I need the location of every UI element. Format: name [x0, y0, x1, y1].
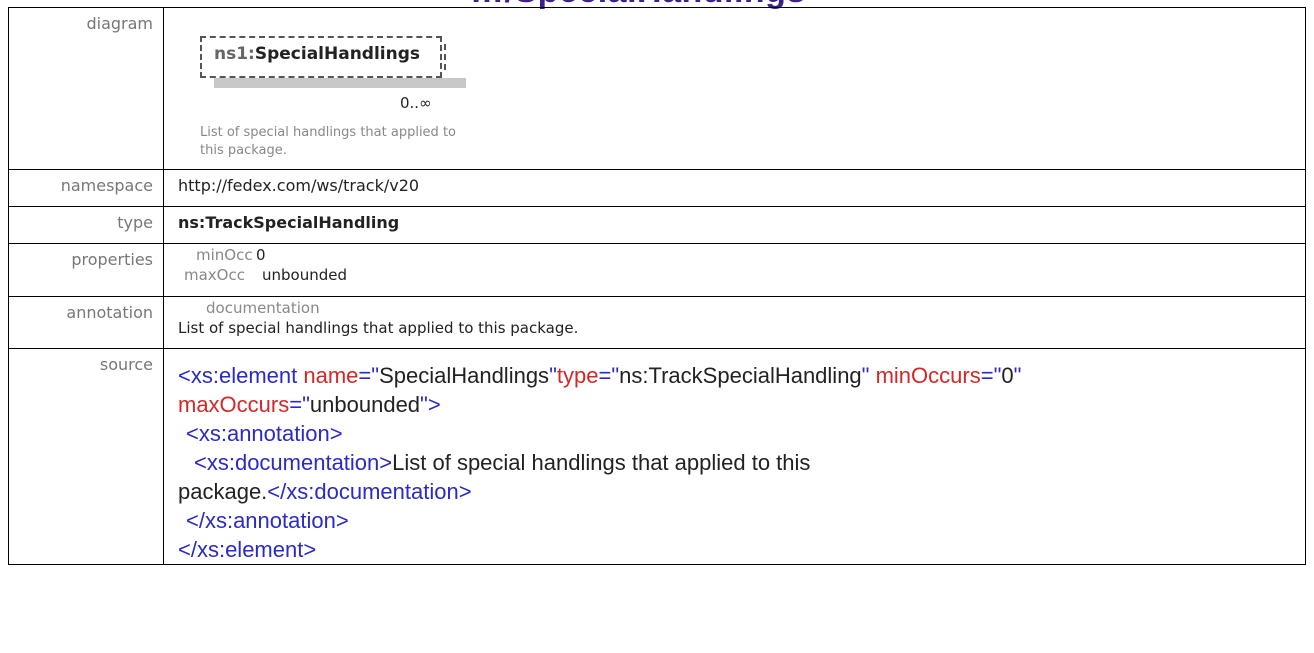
element-box-shadow: [214, 78, 466, 88]
source-line-3: <xs:annotation>: [186, 421, 343, 446]
namespace-label: namespace: [8, 169, 164, 207]
diagram-row: diagram ns1:SpecialHandlings 0..∞ List o…: [8, 7, 1306, 170]
source-line-6: </xs:annotation>: [186, 508, 349, 533]
type-label: type: [8, 206, 164, 244]
source-row: source <xs:element name="SpecialHandling…: [8, 348, 1306, 565]
min-occurs-label: minOcc: [196, 246, 253, 264]
occurrence-label: 0..∞: [400, 94, 432, 112]
properties-row: properties minOcc 0 maxOcc unbounded: [8, 243, 1306, 297]
annotation-cell: documentation List of special handlings …: [163, 296, 1306, 349]
diagram-label: diagram: [8, 7, 164, 170]
type-row: type ns:TrackSpecialHandling: [8, 206, 1306, 244]
element-description: List of special handlings that applied t…: [200, 125, 456, 158]
min-occurs-value: 0: [256, 246, 266, 264]
namespace-row: namespace http://fedex.com/ws/track/v20: [8, 169, 1306, 207]
element-prefix: ns1:: [214, 44, 255, 64]
source-cell: <xs:element name="SpecialHandlings"type=…: [163, 348, 1306, 565]
source-line-5: package.</xs:documentation>: [178, 479, 472, 504]
source-code: <xs:element name="SpecialHandlings"type=…: [178, 355, 1291, 564]
max-occurs-label: maxOcc: [184, 266, 245, 284]
type-link[interactable]: ns:TrackSpecialHandling: [163, 206, 1306, 244]
documentation-heading: documentation: [206, 299, 320, 317]
element-name: ns1:SpecialHandlings: [214, 44, 420, 64]
annotation-label: annotation: [8, 296, 164, 349]
element-diagram: ns1:SpecialHandlings 0..∞ List of specia…: [178, 14, 1291, 164]
source-line-7: </xs:element>: [178, 537, 317, 562]
source-line-2: maxOccurs="unbounded">: [178, 392, 441, 417]
annotation-row: annotation documentation List of special…: [8, 296, 1306, 349]
namespace-value: http://fedex.com/ws/track/v20: [163, 169, 1306, 207]
max-occurs-value: unbounded: [262, 266, 347, 284]
schema-element-table: diagram ns1:SpecialHandlings 0..∞ List o…: [8, 7, 1306, 565]
element-local-name: SpecialHandlings: [254, 44, 421, 64]
properties-table: minOcc 0 maxOcc unbounded: [178, 246, 1291, 294]
properties-cell: minOcc 0 maxOcc unbounded: [163, 243, 1306, 297]
source-label: source: [8, 348, 164, 565]
element-expand-handle[interactable]: [444, 44, 456, 70]
source-line-4: <xs:documentation>List of special handli…: [194, 450, 811, 475]
properties-label: properties: [8, 243, 164, 297]
source-line-1: <xs:element name="SpecialHandlings"type=…: [178, 363, 1022, 388]
diagram-cell: ns1:SpecialHandlings 0..∞ List of specia…: [163, 7, 1306, 170]
documentation-text: List of special handlings that applied t…: [178, 319, 579, 337]
